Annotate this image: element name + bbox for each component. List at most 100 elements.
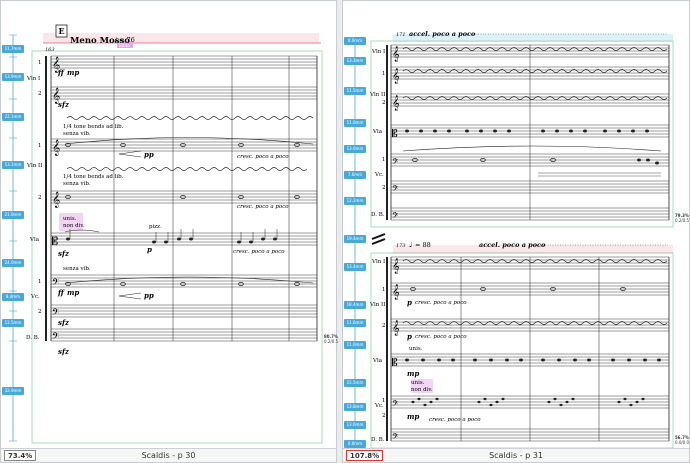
dynamic: pp <box>144 291 154 300</box>
expression: non div. <box>63 223 85 229</box>
barlines-system1 <box>386 45 670 220</box>
dynamic: sfz <box>58 318 70 327</box>
clefs-system2: 𝄞 𝄞 𝄞 𝄡 𝄢 𝄢 <box>392 259 400 444</box>
expression: senza vib. <box>63 131 91 137</box>
dynamic: sfz <box>58 100 70 109</box>
viola-notes <box>66 237 277 244</box>
svg-text:𝄞: 𝄞 <box>392 285 400 300</box>
part-number: 1 <box>382 157 386 163</box>
dynamic: mp <box>407 412 419 421</box>
expression: cresc. poco a poco <box>237 154 289 160</box>
tempo-note-glyph: ♩ <box>114 36 117 44</box>
part-number: 2 <box>382 323 386 329</box>
dynamic: mp <box>67 68 79 77</box>
svg-text:𝄢: 𝄢 <box>392 400 399 411</box>
instrument-label: Vln I <box>371 259 385 265</box>
expression: unis. <box>409 346 423 352</box>
instrument-label: D. B. <box>26 335 40 341</box>
instrument-labels-system1: Vln I Vln II Vla Vc. D. B. 1 2 1 2 <box>369 49 386 218</box>
instrument-label: D. B. <box>371 212 385 218</box>
system-separator <box>371 233 386 245</box>
instrument-label: Vla <box>372 129 383 135</box>
part-number: 1 <box>38 279 42 285</box>
part-number: 2 <box>382 413 386 419</box>
measure-number: 163 <box>45 47 55 53</box>
rehearsal-mark: E <box>58 26 64 36</box>
expression: unis. <box>411 380 425 386</box>
layout-percent-badge: 79.3% 0.2/0.5 <box>675 213 690 223</box>
instrument-label: Vln II <box>369 302 385 308</box>
part-number: 2 <box>382 100 386 106</box>
expression: p <box>147 245 152 254</box>
instrument-labels-system2: Vln I Vln II Vla Vc. D. B. 1 2 1 2 <box>369 259 386 443</box>
instrument-label: D. B. <box>371 437 385 443</box>
expression: non div. <box>411 387 433 393</box>
barlines-system2 <box>386 257 670 441</box>
dynamics: ff mp sfz pp sfz ff mp sfz pp sfz <box>57 68 154 356</box>
tempo-value: = 88 <box>415 241 431 249</box>
score-systems-right[interactable]: 171 accel. poco a poco Vln I Vln II Vla … <box>343 1 690 450</box>
score-page-right[interactable]: 0.0mm 13.3mm 11.5mm 11.0mm 13.0mm 7.6mm … <box>342 0 690 463</box>
instrument-label: Vc. <box>30 294 40 300</box>
svg-text:𝄢: 𝄢 <box>392 158 399 169</box>
dynamic: ff <box>57 288 65 297</box>
measure-number: 173 <box>396 243 406 249</box>
instrument-label: Vln II <box>369 92 385 98</box>
page-footer-right: 107.8% Scaldis - p 31 <box>343 448 689 462</box>
expression: cresc. poco a poco <box>415 300 467 306</box>
part-number: 1 <box>38 143 42 149</box>
page-footer-left: 73.4% Scaldis - p 30 <box>1 448 336 462</box>
part-number: 2 <box>38 91 42 97</box>
dynamic: mp <box>407 369 419 378</box>
score-editor-window: 11.7mm 13.9mm 22.1mm 13.1mm 21.0mm 24.0m… <box>0 0 690 463</box>
part-number: 1 <box>382 71 386 77</box>
expression: cresc. poco a poco <box>233 249 285 255</box>
wavy-lines <box>64 116 314 284</box>
svg-text:𝄞: 𝄞 <box>392 259 400 274</box>
instrument-label: Vla <box>29 237 40 243</box>
viola-stems <box>69 229 278 242</box>
dynamic: sfz <box>58 249 70 258</box>
instrument-label: Vln I <box>26 76 40 82</box>
instrument-labels: Vln I Vln II Vla Vc. D. B. 1 2 1 2 1 2 <box>26 60 42 341</box>
part-number: 2 <box>382 185 386 191</box>
expression: cresc. poco a poco <box>429 417 481 423</box>
page-label: Scaldis - p 31 <box>489 451 543 460</box>
expression: cresc. poco a poco <box>237 204 289 210</box>
layout-percent-badge: 80.7% 0.2/0.5 <box>324 334 339 344</box>
instrument-label: Vln II <box>26 163 42 169</box>
dynamic: p <box>407 298 412 307</box>
svg-text:𝄢: 𝄢 <box>392 212 399 223</box>
expression: senza vib. <box>63 266 91 272</box>
dynamic: sfz <box>58 347 70 356</box>
page-label: Scaldis - p 30 <box>141 451 196 460</box>
instrument-label: Vln I <box>371 49 385 55</box>
dynamic: ff <box>57 68 65 77</box>
tempo-tag: Hide <box>119 43 130 49</box>
expressions-system2: cresc. poco a poco cresc. poco a poco un… <box>409 300 481 423</box>
svg-text:𝄞: 𝄞 <box>52 192 60 208</box>
expression: pizz. <box>149 224 162 230</box>
expressions: 1/4 tone bends ad lib. senza vib. 1/4 to… <box>63 124 289 272</box>
viola-notes-system1 <box>405 129 659 165</box>
expression: 1/4 tone bends ad lib. <box>63 174 124 180</box>
score-page-left[interactable]: 11.7mm 13.9mm 22.1mm 13.1mm 21.0mm 24.0m… <box>0 0 339 463</box>
svg-text:𝄞: 𝄞 <box>392 47 400 62</box>
instrument-label: Vla <box>372 358 383 364</box>
svg-text:𝄡: 𝄡 <box>52 235 58 248</box>
dynamic: pp <box>144 150 154 159</box>
svg-text:𝄞: 𝄞 <box>392 321 400 336</box>
expression: cresc. poco a poco <box>415 334 467 340</box>
svg-text:𝄢: 𝄢 <box>392 433 399 444</box>
part-number: 1 <box>38 60 42 66</box>
svg-text:𝄡: 𝄡 <box>392 357 398 369</box>
measure-number: 171 <box>396 32 406 38</box>
instrument-label: Vc. <box>374 172 384 178</box>
tempo-note-glyph: ♩ <box>409 241 412 249</box>
tempo-value: = 76 <box>119 36 135 44</box>
score-system-left[interactable]: E Meno Mosso ♩ = 76 Hide 163 Vln I Vln I… <box>1 1 338 450</box>
layout-percent-badge: 56.7% 0.0/0.0 <box>675 435 690 445</box>
expression: senza vib. <box>63 181 91 187</box>
svg-text:𝄞: 𝄞 <box>392 69 400 84</box>
dynamic: mp <box>67 288 79 297</box>
